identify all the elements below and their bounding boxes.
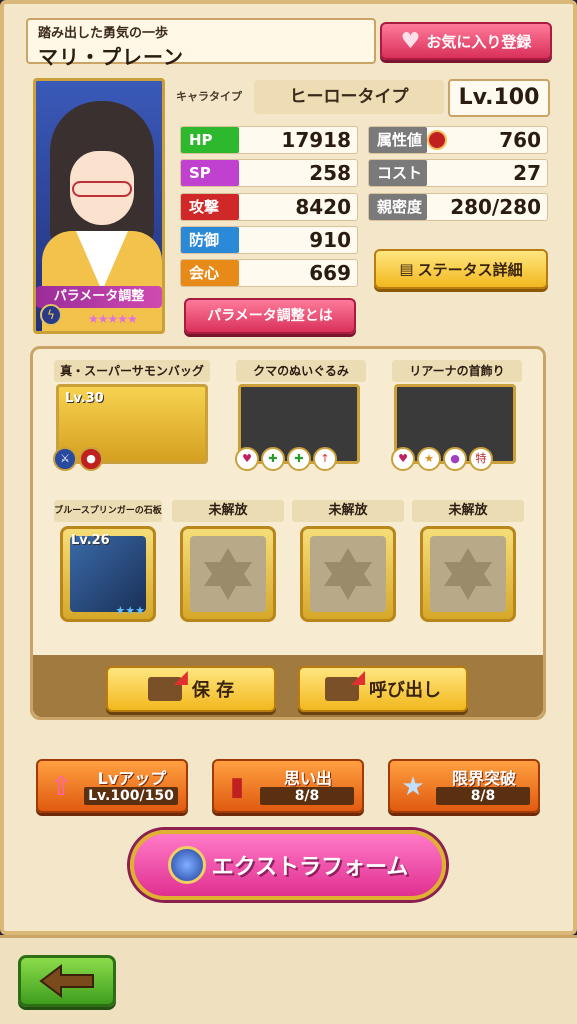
level-display: Lv.100 <box>448 79 550 117</box>
stat-label: 親密度 <box>369 194 427 220</box>
equipment-level: Lv.30 <box>65 391 104 406</box>
stone-title: 未解放 <box>412 500 524 522</box>
heart-icon: ♥ <box>391 447 415 471</box>
limit-break-button[interactable]: ★ 限界突破 8/8 <box>388 759 540 813</box>
list-icon: ▤ <box>399 260 414 278</box>
stat-defense: 防御 910 <box>180 226 358 254</box>
status-detail-button[interactable]: ▤ ステータス詳細 <box>374 249 548 289</box>
type-value: ヒーロータイプ <box>254 80 444 114</box>
favorite-label: お気に入り登録 <box>426 32 532 51</box>
recall-label: 呼び出し <box>369 680 441 701</box>
equipment-slot-bear[interactable]: ♥ ✚ ✚ ↑ <box>235 384 360 471</box>
type-label: キャラタイプ <box>176 90 242 103</box>
stat-value: 17918 <box>281 128 351 152</box>
extra-form-label: エクストラフォーム <box>211 855 409 880</box>
stat-attack: 攻撃 8420 <box>180 193 358 221</box>
stat-value: 258 <box>309 161 351 185</box>
stat-cost: コスト 27 <box>368 159 548 187</box>
stat-value: 910 <box>309 228 351 252</box>
equipment-effect-icons: ♥ ★ ● 特 <box>391 447 493 471</box>
param-about-button[interactable]: パラメータ調整とは <box>184 298 356 334</box>
stone-title: 未解放 <box>172 500 284 522</box>
stat-value: 760 <box>499 128 541 152</box>
orb-icon <box>167 846 206 884</box>
stone-title: 未解放 <box>292 500 404 522</box>
arrow-up-icon: ↑ <box>313 447 337 471</box>
heart-icon: ♥ <box>400 28 421 54</box>
stone-level: Lv.26 <box>71 533 110 548</box>
action-value: 8/8 <box>260 787 354 805</box>
status-detail-label: ステータス詳細 <box>417 260 523 279</box>
stat-value: 669 <box>309 261 351 285</box>
character-name: マリ・プレーン <box>38 45 184 69</box>
recall-icon <box>325 677 359 701</box>
locked-slot[interactable] <box>300 526 396 622</box>
star-icon: ★ <box>417 447 441 471</box>
stat-label: 攻撃 <box>181 194 239 220</box>
stat-value: 8420 <box>295 195 351 219</box>
arrow-up-icon: ⇧ <box>50 772 72 802</box>
stat-label: 会心 <box>181 260 239 286</box>
stone-stars: ★★★ <box>115 604 145 617</box>
fire-element-icon <box>427 130 447 150</box>
equipment-effect-icons: ♥ ✚ ✚ ↑ <box>235 447 337 471</box>
hexagram-icon <box>430 536 506 612</box>
locked-slot[interactable] <box>420 526 516 622</box>
stat-value: 27 <box>513 161 541 185</box>
action-title: 限界突破 <box>451 769 516 788</box>
stat-critical: 会心 669 <box>180 259 358 287</box>
stat-attribute: 属性値 760 <box>368 126 548 154</box>
hexagram-icon <box>310 536 386 612</box>
equipment-slot-bag[interactable]: Lv.30 ⚔ ● <box>53 384 208 471</box>
equipment-slot-necklace[interactable]: ♥ ★ ● 特 <box>391 384 516 471</box>
hexagram-icon <box>190 536 266 612</box>
stat-label: コスト <box>369 160 427 186</box>
portrait-glasses <box>72 181 132 197</box>
stat-label: SP <box>181 160 239 186</box>
memories-button[interactable]: ▮ 思い出 8/8 <box>212 759 364 813</box>
equipment-title: リアーナの首飾り <box>392 360 522 382</box>
lightning-icon: ϟ <box>40 304 62 326</box>
equipment-effect-icons: ⚔ ● <box>53 447 103 471</box>
heal-icon: ✚ <box>287 447 311 471</box>
character-subtitle: 踏み出した勇気の一歩 <box>38 26 169 41</box>
stat-intimacy: 親密度 280/280 <box>368 193 548 221</box>
heal-icon: ✚ <box>261 447 285 471</box>
action-title: 思い出 <box>283 769 332 788</box>
stat-hp: HP 17918 <box>180 126 358 154</box>
stone-title: ブルースプリンガーの石板 <box>54 500 162 522</box>
heart-icon: ♥ <box>235 447 259 471</box>
stat-label: 防御 <box>181 227 239 253</box>
action-title: Lvアップ <box>97 769 167 788</box>
recall-button[interactable]: 呼び出し <box>298 666 468 712</box>
action-value: 8/8 <box>436 787 530 805</box>
equipment-title: 真・スーパーサモンバッグ <box>54 360 210 382</box>
save-label: 保 存 <box>191 680 235 701</box>
star-icon: ★ <box>401 772 425 802</box>
favorite-button[interactable]: ♥ お気に入り登録 <box>380 22 552 60</box>
card-icon: ▮ <box>229 772 245 802</box>
save-button[interactable]: 保 存 <box>106 666 276 712</box>
rarity-stars: ★★★★★ <box>88 312 138 326</box>
title-plate: 踏み出した勇気の一歩 マリ・プレーン <box>26 18 376 69</box>
special-icon: 特 <box>469 447 493 471</box>
element-icon: ● <box>443 447 467 471</box>
stat-label: 属性値 <box>369 127 427 153</box>
stone-slot[interactable]: Lv.26 ★★★ <box>60 526 156 622</box>
extra-form-button[interactable]: エクストラフォーム <box>130 830 446 900</box>
stat-value: 280/280 <box>450 195 541 219</box>
back-arrow-icon <box>39 964 94 998</box>
fire-icon: ● <box>79 447 103 471</box>
locked-slot[interactable] <box>180 526 276 622</box>
back-button[interactable] <box>18 955 116 1007</box>
stat-label: HP <box>181 127 239 153</box>
sword-icon: ⚔ <box>53 447 77 471</box>
level-up-button[interactable]: ⇧ Lvアップ Lv.100/150 <box>36 759 188 813</box>
stat-sp: SP 258 <box>180 159 358 187</box>
equipment-title: クマのぬいぐるみ <box>236 360 366 382</box>
action-value: Lv.100/150 <box>84 787 178 805</box>
save-icon <box>147 677 182 701</box>
